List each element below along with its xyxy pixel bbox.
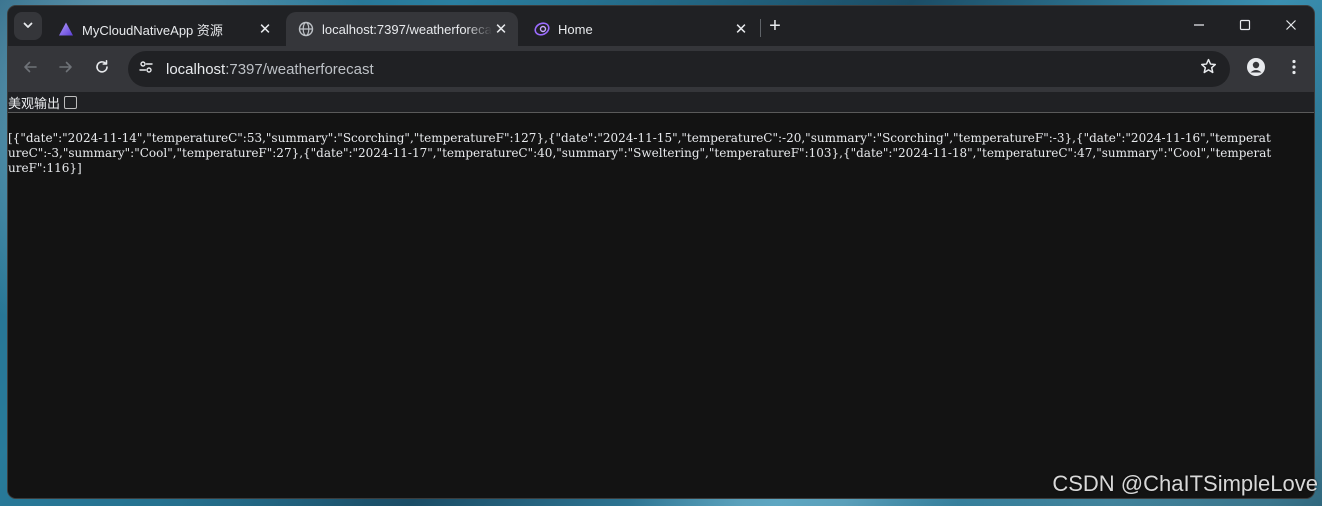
pretty-print-bar: 美观输出 xyxy=(8,92,1314,113)
page-content: 美观输出 [{"date":"2024-11-14","temperatureC… xyxy=(8,92,1314,498)
tab-weatherforecast[interactable]: localhost:7397/weatherforecast ✕ xyxy=(286,12,518,46)
more-vertical-icon xyxy=(1292,59,1296,80)
globe-icon xyxy=(298,21,314,37)
bookmark-star-button[interactable] xyxy=(1198,58,1218,80)
tab-home[interactable]: Home ✕ xyxy=(522,12,758,46)
chevron-down-icon xyxy=(22,19,34,34)
close-tab-icon[interactable]: ✕ xyxy=(732,20,750,38)
maximize-button[interactable] xyxy=(1222,6,1268,46)
reload-button[interactable] xyxy=(88,55,116,83)
minimize-button[interactable] xyxy=(1176,6,1222,46)
url-path: :7397/weatherforecast xyxy=(225,60,374,78)
minimize-icon xyxy=(1193,18,1205,34)
avatar-icon xyxy=(1246,57,1266,82)
tab-search-button[interactable] xyxy=(14,12,42,40)
watermark-text: CSDN @ChaITSimpleLove xyxy=(1052,471,1318,496)
close-window-button[interactable] xyxy=(1268,6,1314,46)
forward-button[interactable] xyxy=(52,55,80,83)
tab-separator xyxy=(760,19,761,37)
toolbar: localhost:7397/weatherforecast xyxy=(8,46,1314,92)
triangle-app-icon xyxy=(58,21,74,37)
reload-icon xyxy=(94,59,110,80)
close-tab-icon[interactable]: ✕ xyxy=(492,20,510,38)
browser-window: MyCloudNativeApp 资源 ✕ localhost:7397/wea… xyxy=(8,6,1314,498)
close-tab-icon[interactable]: ✕ xyxy=(256,20,274,38)
back-button[interactable] xyxy=(16,55,44,83)
json-response-text: [{"date":"2024-11-14","temperatureC":53,… xyxy=(8,131,1272,175)
tab-title: Home xyxy=(558,21,593,37)
arrow-left-icon xyxy=(22,59,38,80)
arrow-right-icon xyxy=(58,59,74,80)
blazor-swirl-icon xyxy=(534,21,550,37)
pretty-print-checkbox[interactable] xyxy=(64,95,78,109)
profile-button[interactable] xyxy=(1244,57,1268,81)
site-info-button[interactable] xyxy=(132,55,160,83)
tune-icon xyxy=(138,59,154,80)
close-icon xyxy=(1285,18,1297,34)
tab-title: MyCloudNativeApp 资源 xyxy=(82,22,223,38)
new-tab-button[interactable]: + xyxy=(764,15,786,37)
address-bar[interactable]: localhost:7397/weatherforecast xyxy=(128,51,1230,87)
browser-menu-button[interactable] xyxy=(1280,55,1308,83)
tab-strip: MyCloudNativeApp 资源 ✕ localhost:7397/wea… xyxy=(8,6,1314,46)
url-host: localhost xyxy=(166,60,226,78)
url-text[interactable]: localhost:7397/weatherforecast xyxy=(166,61,374,78)
tab-mycloudnativeapp[interactable]: MyCloudNativeApp 资源 ✕ xyxy=(46,12,282,46)
tab-title: localhost:7397/weatherforecast xyxy=(322,21,492,37)
maximize-icon xyxy=(1239,18,1251,34)
plus-icon: + xyxy=(769,14,781,37)
pretty-print-label: 美观输出 xyxy=(8,95,61,111)
star-icon xyxy=(1200,58,1217,80)
